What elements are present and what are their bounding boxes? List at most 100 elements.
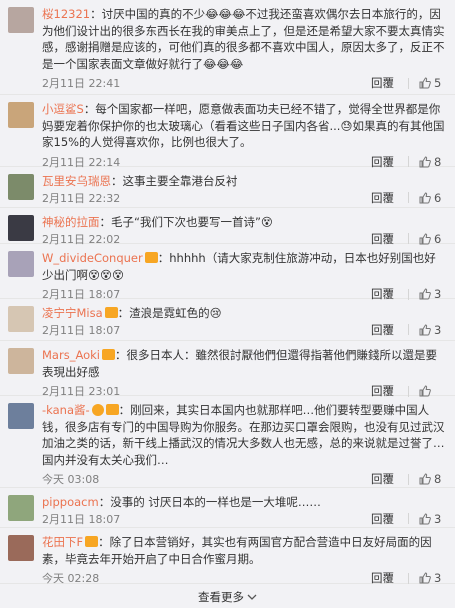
comment-text: 小逗鲨S：每个国家都一样吧，愿意做表面功夫已经不错了，觉得全世界都是你妈要宠着你…: [42, 101, 447, 151]
like-count: 5: [434, 76, 442, 90]
commenter-name[interactable]: 桜12321: [42, 7, 90, 21]
avatar[interactable]: [8, 215, 34, 241]
comment-meta: 今天 03:08 回覆 8: [42, 470, 447, 488]
comment-panel: 桜12321：讨厌中国的真的不少😂😂😂不过我还蛮喜欢偶尔去日本旅行的，因为他们设…: [0, 0, 455, 608]
commenter-name[interactable]: pippoacm: [42, 495, 99, 509]
member-badge-icon: [85, 536, 99, 547]
avatar[interactable]: [8, 251, 34, 277]
divider: [408, 233, 409, 244]
divider: [408, 572, 409, 584]
comment-item: 凌宁宁Misa ：渣浪是霓虹色的😢 2月11日 18:07 回覆 3: [0, 299, 455, 341]
comment-time: 2月11日 22:41: [42, 77, 121, 90]
avatar[interactable]: [8, 306, 34, 332]
member-badge-icon: [144, 252, 158, 263]
thumbs-up-icon: [419, 473, 431, 485]
like-button[interactable]: 3: [419, 512, 447, 526]
comment-text: W_divideConquer ：hhhhh（请大家克制住旅游冲动，日本也好别国也…: [42, 250, 447, 283]
divider: [408, 513, 409, 524]
member-badge-icon: [104, 307, 118, 318]
reply-button[interactable]: 回覆: [371, 511, 394, 527]
reply-button[interactable]: 回覆: [371, 190, 394, 206]
avatar[interactable]: [8, 348, 34, 374]
like-count: 3: [434, 511, 442, 526]
comment-body: ：讨厌中国的真的不少😂😂😂不过我还蛮喜欢偶尔去日本旅行的，因为他们设计出的很多东…: [42, 7, 445, 71]
comment-body: ：渣浪是霓虹色的😢: [117, 306, 222, 320]
comment-text: -kana酱- ：刚回来，其实日本国内也就那样吧…他们要转型要赚中国人钱，很多店有…: [42, 402, 447, 468]
avatar[interactable]: [8, 535, 34, 561]
divider: [408, 385, 409, 397]
comment-meta: 2月11日 18:07 回覆 3: [42, 510, 447, 528]
verified-badge-icon: [91, 404, 104, 416]
divider: [408, 77, 409, 89]
divider: [408, 192, 409, 203]
like-count: 8: [434, 472, 442, 486]
commenter-name[interactable]: 小逗鲨S: [42, 102, 84, 116]
avatar[interactable]: [8, 7, 34, 33]
commenter-name[interactable]: 瓦里安乌瑞恩: [42, 174, 111, 188]
comment-time: 今天 02:28: [42, 572, 100, 585]
like-button[interactable]: 5: [419, 76, 447, 90]
reply-button[interactable]: 回覆: [371, 570, 394, 586]
avatar[interactable]: [8, 102, 34, 128]
comment-text: 凌宁宁Misa ：渣浪是霓虹色的😢: [42, 305, 447, 322]
comment-item: 花田下F ：除了日本营销好，其实也有两国官方配合营造中日友好局面的因素，毕竟去年开…: [0, 528, 455, 587]
commenter-name[interactable]: Mars_Aoki: [42, 348, 100, 362]
reply-button[interactable]: 回覆: [371, 471, 394, 487]
comment-meta: 2月11日 22:41 回覆 5: [42, 74, 447, 92]
comment-item: 桜12321：讨厌中国的真的不少😂😂😂不过我还蛮喜欢偶尔去日本旅行的，因为他们设…: [0, 0, 455, 95]
comment-item: W_divideConquer ：hhhhh（请大家克制住旅游冲动，日本也好别国也…: [0, 244, 455, 301]
comment-time: 2月11日 18:07: [42, 323, 121, 337]
thumbs-up-icon: [419, 572, 431, 584]
comment-meta: 2月11日 22:32 回覆 6: [42, 189, 447, 207]
thumbs-up-icon: [419, 232, 431, 244]
comment-time: 今天 03:08: [42, 473, 100, 486]
commenter-name[interactable]: 花田下F: [42, 535, 83, 549]
reply-button[interactable]: 回覆: [371, 75, 394, 91]
avatar[interactable]: [8, 495, 34, 521]
thumbs-up-icon: [419, 512, 431, 524]
thumbs-up-icon: [419, 191, 431, 203]
comment-item: Mars_Aoki ：很多日本人：雖然很討厭他們但還得指著他們賺錢所以還是要表現出…: [0, 341, 455, 398]
divider: [408, 473, 409, 485]
commenter-name[interactable]: 神秘的拉面: [42, 215, 100, 229]
comment-list: 桜12321：讨厌中国的真的不少😂😂😂不过我还蛮喜欢偶尔去日本旅行的，因为他们设…: [0, 0, 455, 587]
comment-text: 花田下F ：除了日本营销好，其实也有两国官方配合营造中日友好局面的因素，毕竟去年开…: [42, 534, 447, 567]
comment-item: 小逗鲨S：每个国家都一样吧，愿意做表面功夫已经不错了，觉得全世界都是你妈要宠着你…: [0, 95, 455, 169]
like-count: 3: [434, 571, 442, 585]
avatar[interactable]: [8, 403, 34, 429]
divider: [408, 324, 409, 335]
comment-text: 神秘的拉面：毛子“我们下次也要写一首诗”😵: [42, 214, 447, 231]
see-more-label: 查看更多: [198, 590, 244, 604]
comment-meta: 2月11日 18:07 回覆 3: [42, 321, 447, 339]
like-button[interactable]: 8: [419, 472, 447, 486]
comment-body: ：毛子“我们下次也要写一首诗”😵: [99, 215, 273, 229]
comment-body: ：没事的 讨厌日本的一样也是一大堆呢……: [98, 495, 321, 509]
commenter-name[interactable]: -kana酱-: [42, 403, 90, 417]
like-button[interactable]: 3: [419, 323, 447, 337]
reply-button[interactable]: 回覆: [371, 322, 394, 338]
see-more-button[interactable]: 查看更多: [0, 586, 455, 608]
comment-item: 神秘的拉面：毛子“我们下次也要写一首诗”😵 2月11日 22:02 回覆 6: [0, 208, 455, 246]
comment-meta: 今天 02:28 回覆 3: [42, 569, 447, 587]
comment-time: 2月11日 18:07: [42, 512, 121, 526]
like-count: 3: [434, 322, 442, 337]
avatar[interactable]: [8, 174, 34, 200]
like-count: 6: [434, 190, 442, 205]
thumbs-up-icon: [419, 323, 431, 335]
commenter-name[interactable]: 凌宁宁Misa: [42, 306, 103, 320]
comment-text: Mars_Aoki ：很多日本人：雖然很討厭他們但還得指著他們賺錢所以還是要表現出…: [42, 347, 447, 380]
member-badge-icon: [105, 404, 119, 415]
comment-time: 2月11日 22:32: [42, 191, 121, 205]
thumbs-up-icon: [419, 77, 431, 89]
like-button[interactable]: 3: [419, 571, 447, 585]
commenter-name[interactable]: W_divideConquer: [42, 251, 143, 265]
comment-text: 桜12321：讨厌中国的真的不少😂😂😂不过我还蛮喜欢偶尔去日本旅行的，因为他们设…: [42, 6, 447, 72]
comment-item: -kana酱- ：刚回来，其实日本国内也就那样吧…他们要转型要赚中国人钱，很多店有…: [0, 396, 455, 488]
comment-item: pippoacm：没事的 讨厌日本的一样也是一大堆呢…… 2月11日 18:07…: [0, 488, 455, 528]
comment-item: 瓦里安乌瑞恩：这事主要全靠港台反衬 2月11日 22:32 回覆 6: [0, 167, 455, 208]
divider: [408, 288, 409, 300]
comment-text: pippoacm：没事的 讨厌日本的一样也是一大堆呢……: [42, 494, 447, 511]
thumbs-up-icon: [419, 155, 431, 167]
like-button[interactable]: 6: [419, 191, 447, 205]
divider: [408, 156, 409, 167]
